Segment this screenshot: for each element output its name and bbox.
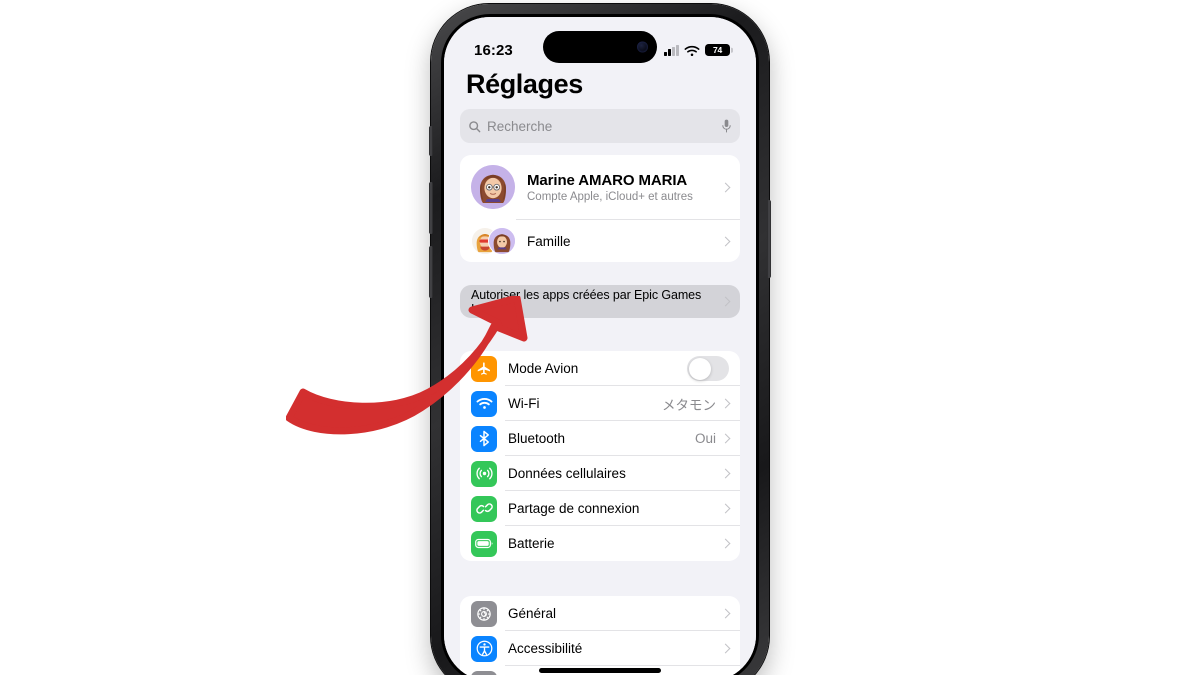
power-button[interactable] [767,200,771,278]
search-placeholder: Recherche [487,118,553,134]
account-subtitle: Compte Apple, iCloud+ et autres [527,190,693,203]
chevron-right-icon [720,608,731,619]
family-label: Famille [527,233,571,249]
status-time: 16:23 [474,41,513,59]
cellular-icon [471,460,497,487]
dynamic-island [543,31,657,63]
volume-down-button[interactable] [429,246,433,298]
home-indicator [539,668,661,673]
search-input[interactable]: Recherche [460,109,740,143]
red-curved-arrow [285,294,546,436]
hotspot-icon [471,495,497,522]
memoji-avatar [471,165,515,209]
battery-icon [471,530,497,557]
row-label: Données cellulaires [508,466,626,481]
chevron-right-icon [720,503,731,514]
chevron-right-icon [720,538,731,549]
row-label: Général [508,606,557,621]
accessibility-icon [471,635,497,662]
volume-up-button[interactable] [429,182,433,234]
row-separator [516,219,740,220]
family-row[interactable]: Famille [460,220,740,262]
bluetooth-value: Oui [694,431,716,446]
gear-icon [471,600,497,627]
chevron-right-icon [720,643,731,654]
account-text: Marine AMARO MARIA Compte Apple, iCloud+… [527,172,722,203]
row-general[interactable]: Général [460,596,740,631]
row-battery[interactable]: Batterie [460,526,740,561]
chevron-right-icon [720,398,731,409]
row-personal-hotspot[interactable]: Partage de connexion [460,491,740,526]
camera-icon [471,670,497,675]
airplane-mode-toggle[interactable] [687,356,729,381]
apple-account-row[interactable]: Marine AMARO MARIA Compte Apple, iCloud+… [460,155,740,219]
row-label: Accessibilité [508,641,583,656]
screenshot-stage: Réglages Recherche Marine AMARO MARIA Co… [0,0,1200,675]
row-cellular-data[interactable]: Données cellulaires [460,456,740,491]
row-accessibility[interactable]: Accessibilité [460,631,740,666]
wifi-network-value: メタモン [662,397,716,413]
row-label: Batterie [508,536,555,551]
chevron-right-icon [720,468,731,479]
chevron-right-icon [720,296,731,307]
chevron-right-icon [720,236,731,246]
microphone-icon[interactable] [721,119,732,134]
system-card: Général Accessibilité [460,596,740,675]
account-card: Marine AMARO MARIA Compte Apple, iCloud+… [460,155,740,262]
battery-level: 74 [712,45,723,55]
chevron-right-icon [720,433,731,444]
status-indicators: 74 [664,43,730,57]
wifi-icon [684,44,700,56]
chevron-right-icon [720,182,731,192]
cellular-bars-icon [664,44,679,56]
search-icon [469,120,481,132]
family-memoji-avatars [471,227,517,255]
battery-icon: 74 [705,43,730,57]
row-label: Partage de connexion [508,501,640,516]
account-name: Marine AMARO MARIA [527,171,688,189]
action-button[interactable] [429,126,433,156]
